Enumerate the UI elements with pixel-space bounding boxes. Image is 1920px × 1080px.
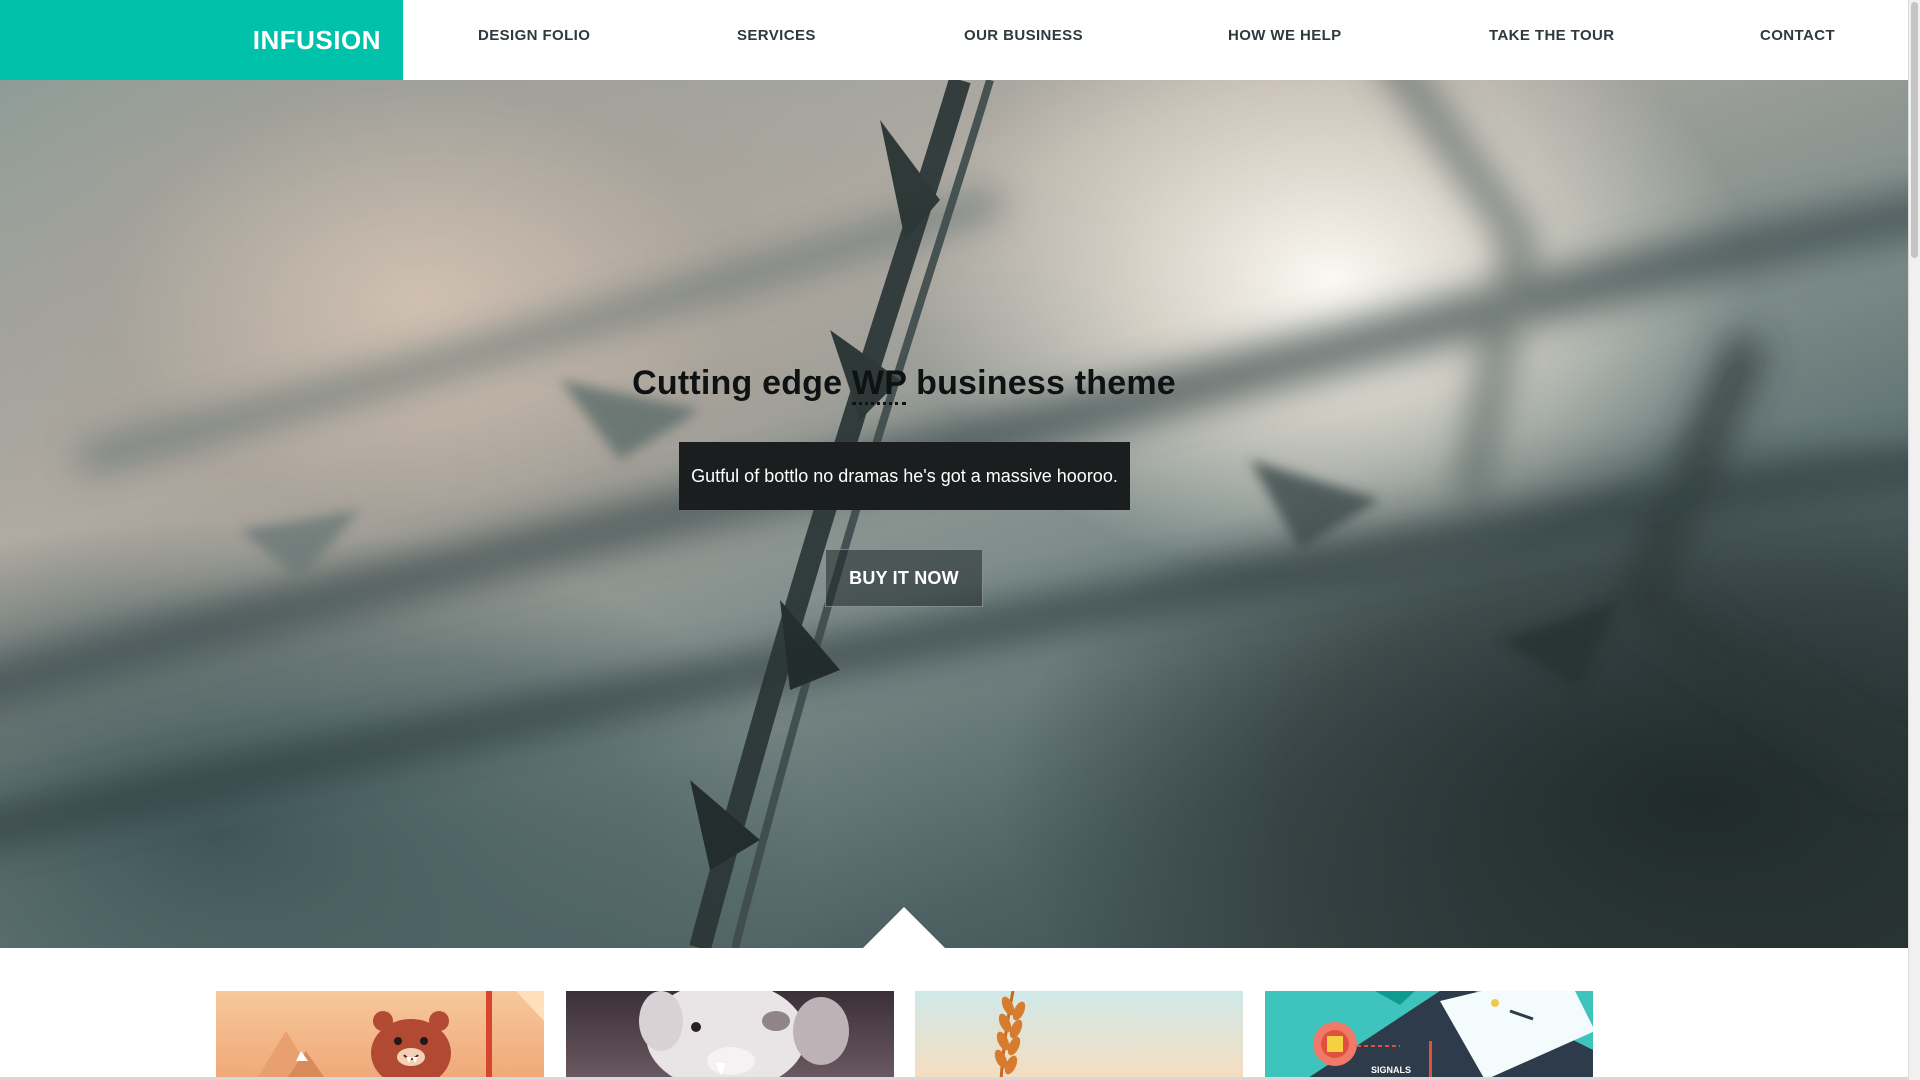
buy-it-now-button[interactable]: BUY IT NOW [825, 549, 983, 607]
hero-title-abbr: WP [851, 364, 907, 405]
portfolio-item-3[interactable] [915, 991, 1243, 1080]
site-header: INFUSION DESIGN FOLIO SERVICES OUR BUSIN… [0, 0, 1908, 80]
portfolio-item-4[interactable]: SIGNALS [1265, 991, 1593, 1080]
nav-item-take-the-tour[interactable]: TAKE THE TOUR [1489, 0, 1614, 72]
page-scrollbar[interactable] [1908, 0, 1920, 1080]
nav-item-design-folio[interactable]: DESIGN FOLIO [478, 0, 590, 72]
hero-subtitle: Gutful of bottlo no dramas he's got a ma… [679, 442, 1130, 510]
site-logo[interactable]: INFUSION [0, 0, 403, 80]
nav-item-contact[interactable]: CONTACT [1760, 0, 1835, 72]
wheat-stalk-photo-image [994, 991, 1026, 1080]
scrollbar-thumb[interactable] [1911, 2, 1918, 258]
page: INFUSION DESIGN FOLIO SERVICES OUR BUSIN… [0, 0, 1920, 1080]
portfolio-item-1[interactable] [216, 991, 544, 1080]
main-nav: DESIGN FOLIO SERVICES OUR BUSINESS HOW W… [403, 0, 1908, 80]
portfolio-strip: SIGNALS [0, 948, 1908, 1080]
nav-item-our-business[interactable]: OUR BUSINESS [964, 0, 1083, 72]
hero-title-part-2: business theme [906, 364, 1176, 402]
hero-notch [862, 907, 946, 948]
hero-title-part-1: Cutting edge [632, 364, 852, 402]
nav-item-services[interactable]: SERVICES [737, 0, 816, 72]
bear-illustration-image [256, 991, 544, 1080]
portfolio-item-2[interactable] [566, 991, 894, 1080]
nav-item-how-we-help[interactable]: HOW WE HELP [1228, 0, 1342, 72]
smartphone-signals-illustration-image: SIGNALS [1305, 991, 1593, 1080]
hero-title: Cutting edge WP business theme [0, 364, 1808, 405]
hero-section: Cutting edge WP business theme Gutful of… [0, 80, 1908, 948]
white-animal-photo-image [639, 991, 849, 1080]
signals-caption: SIGNALS [1371, 1065, 1411, 1075]
hero-background-image [0, 80, 1908, 948]
